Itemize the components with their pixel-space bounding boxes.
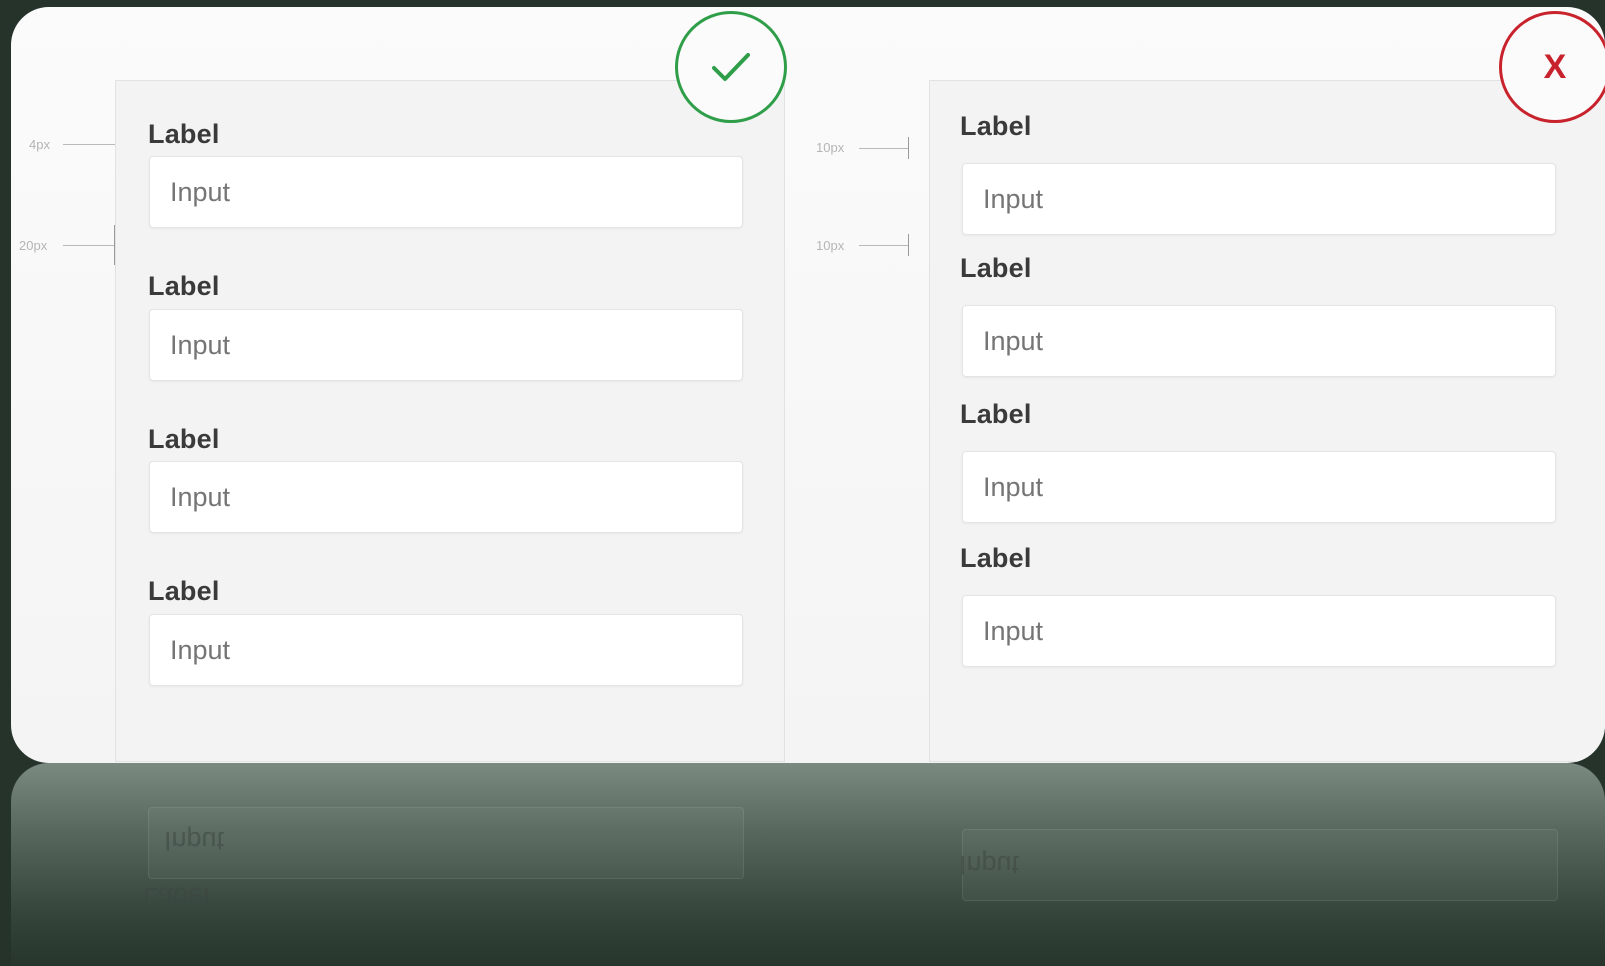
comparison-card: 4px 20px Label Label Label Label 10px 10… [11,7,1605,763]
card-reflection: Input Label Input [11,763,1605,966]
spacing-line [859,148,909,149]
field-label: Label [960,543,1032,573]
field-label: Label [148,271,220,301]
field-label: Label [960,399,1032,429]
text-input[interactable] [149,461,743,533]
correct-form-panel: Label Label Label Label [115,80,785,762]
text-input[interactable] [149,614,743,686]
field-label: Label [148,119,220,149]
spacing-line [63,144,115,145]
reflection-input-text: Input [164,826,225,856]
field-label: Label [148,424,220,454]
incorrect-badge: X [1499,11,1605,123]
field-label: Label [148,576,220,606]
text-input[interactable] [962,163,1556,235]
spacing-line [63,245,115,246]
reflection-input-text: Input [959,850,1020,880]
spacing-annotation-4px: 4px [29,137,50,152]
reflection-input [148,807,744,879]
spacing-tick [908,234,909,256]
text-input[interactable] [149,156,743,228]
correct-badge [675,11,787,123]
spacing-annotation-10px: 10px [816,238,845,253]
spacing-annotation-10px: 10px [816,140,845,155]
incorrect-form-panel: Label Label Label Label [929,80,1605,762]
text-input[interactable] [149,309,743,381]
reflection-input [962,829,1558,901]
spacing-annotation-20px: 20px [19,238,48,253]
check-icon [712,53,750,81]
spacing-line [859,245,909,246]
x-icon: X [1543,47,1567,86]
text-input[interactable] [962,451,1556,523]
spacing-tick [908,137,909,159]
field-label: Label [960,111,1032,141]
reflection-label-text: Label [143,882,210,912]
text-input[interactable] [962,595,1556,667]
text-input[interactable] [962,305,1556,377]
field-label: Label [960,253,1032,283]
